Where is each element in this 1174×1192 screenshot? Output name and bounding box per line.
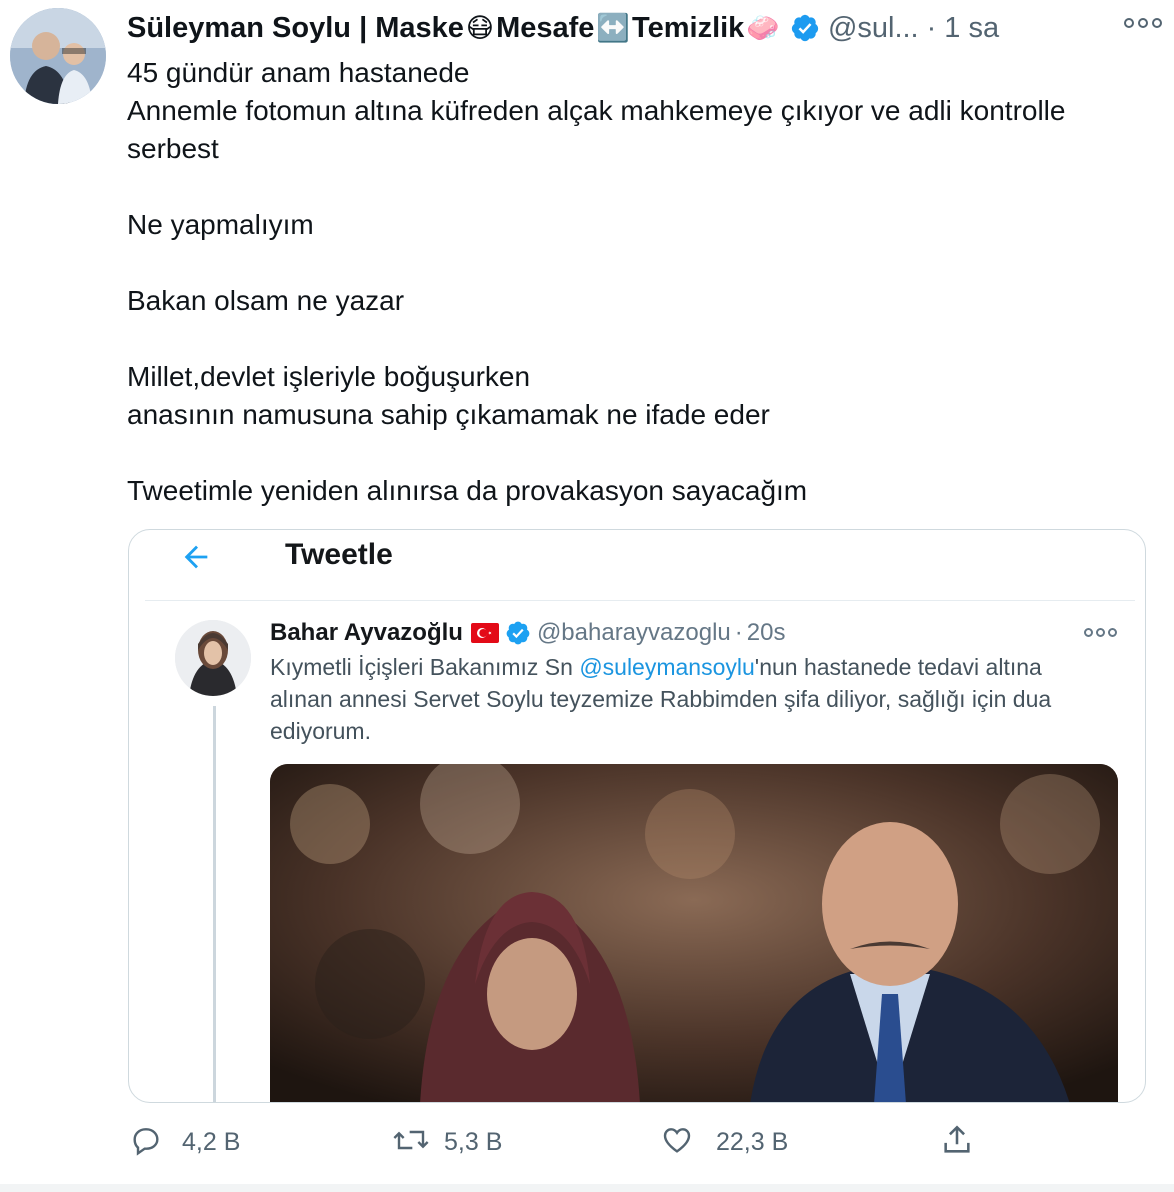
back-arrow-icon <box>179 540 213 579</box>
quoted-author-name: Bahar Ayvazoğlu <box>270 619 463 646</box>
thread-line <box>213 706 216 1102</box>
tweet-timestamp[interactable]: 1 sa <box>944 12 999 45</box>
quoted-more-options-icon <box>1084 628 1117 637</box>
like-button[interactable]: 22,3 B <box>660 1118 788 1166</box>
retweet-count: 5,3 B <box>444 1127 503 1156</box>
author-name[interactable]: Süleyman Soylu | Maske <box>127 12 464 45</box>
verified-badge-icon <box>790 13 820 43</box>
turkey-flag-icon <box>470 623 499 643</box>
soap-emoji: 🧼 <box>746 13 780 43</box>
tweet-line: Tweetimle yeniden alınırsa da provakasyo… <box>127 475 808 506</box>
share-icon <box>940 1123 974 1162</box>
quoted-timestamp: 20s <box>746 619 786 646</box>
reply-icon <box>130 1124 162 1161</box>
retweet-button[interactable]: 5,3 B <box>392 1118 502 1166</box>
quoted-author-handle: @baharayvazoglu <box>536 619 731 646</box>
tweet-line: 45 gündür anam hastanede <box>127 57 470 88</box>
tweet-actions: 4,2 B 5,3 B 22,3 B <box>0 1118 1174 1166</box>
attached-image[interactable]: Tweetle Bahar Ayvazoğlu @baharayvazoglu … <box>128 529 1146 1103</box>
quoted-separator-dot: · <box>734 619 743 646</box>
mask-emoji: 😷 <box>465 12 495 43</box>
tweet-header: Süleyman Soylu | Maske 😷 Mesafe ↔️ Temiz… <box>127 10 1154 46</box>
more-options-icon[interactable] <box>1124 18 1162 28</box>
quoted-tweet-body: Kıymetli İçişleri Bakanımız Sn @suleyman… <box>270 651 1110 747</box>
tweet-line: Ne yapmalıyım <box>127 209 314 240</box>
quoted-tweet-photo <box>270 764 1118 1102</box>
author-handle[interactable]: @sul... <box>828 12 919 45</box>
screenshot-header: Tweetle <box>145 530 1135 601</box>
quoted-tweet-header: Bahar Ayvazoğlu @baharayvazoglu · 20s <box>270 616 1115 650</box>
tweet-line: Annemle fotomun altına küfreden alçak ma… <box>127 95 1066 164</box>
author-avatar[interactable] <box>10 8 106 104</box>
screenshot-title: Tweetle <box>285 538 393 571</box>
tweet-body: 45 gündür anam hastanede Annemle fotomun… <box>127 54 1137 510</box>
quoted-author-avatar <box>175 620 251 696</box>
like-count: 22,3 B <box>716 1127 789 1156</box>
like-icon <box>660 1124 694 1161</box>
quoted-verified-badge-icon <box>505 620 531 646</box>
reply-count: 4,2 B <box>182 1127 241 1156</box>
tweet-line: Bakan olsam ne yazar <box>127 285 405 316</box>
bottom-divider <box>0 1184 1174 1192</box>
retweet-icon <box>392 1124 430 1161</box>
tweet-line: anasının namusuna sahip çıkamamak ne ifa… <box>127 399 770 430</box>
arrows-emoji: ↔️ <box>596 13 631 43</box>
quoted-mention: @suleymansoylu <box>579 654 755 680</box>
reply-button[interactable]: 4,2 B <box>130 1118 240 1166</box>
separator-dot: · <box>926 11 937 44</box>
tweet-line: Millet,devlet işleriyle boğuşurken <box>127 361 531 392</box>
author-name-part-2[interactable]: Mesafe <box>496 12 594 45</box>
share-button[interactable] <box>940 1118 974 1166</box>
author-name-part-3[interactable]: Temizlik <box>632 12 744 45</box>
avatar-photo <box>10 8 106 104</box>
quoted-text-before: Kıymetli İçişleri Bakanımız Sn <box>270 654 580 680</box>
